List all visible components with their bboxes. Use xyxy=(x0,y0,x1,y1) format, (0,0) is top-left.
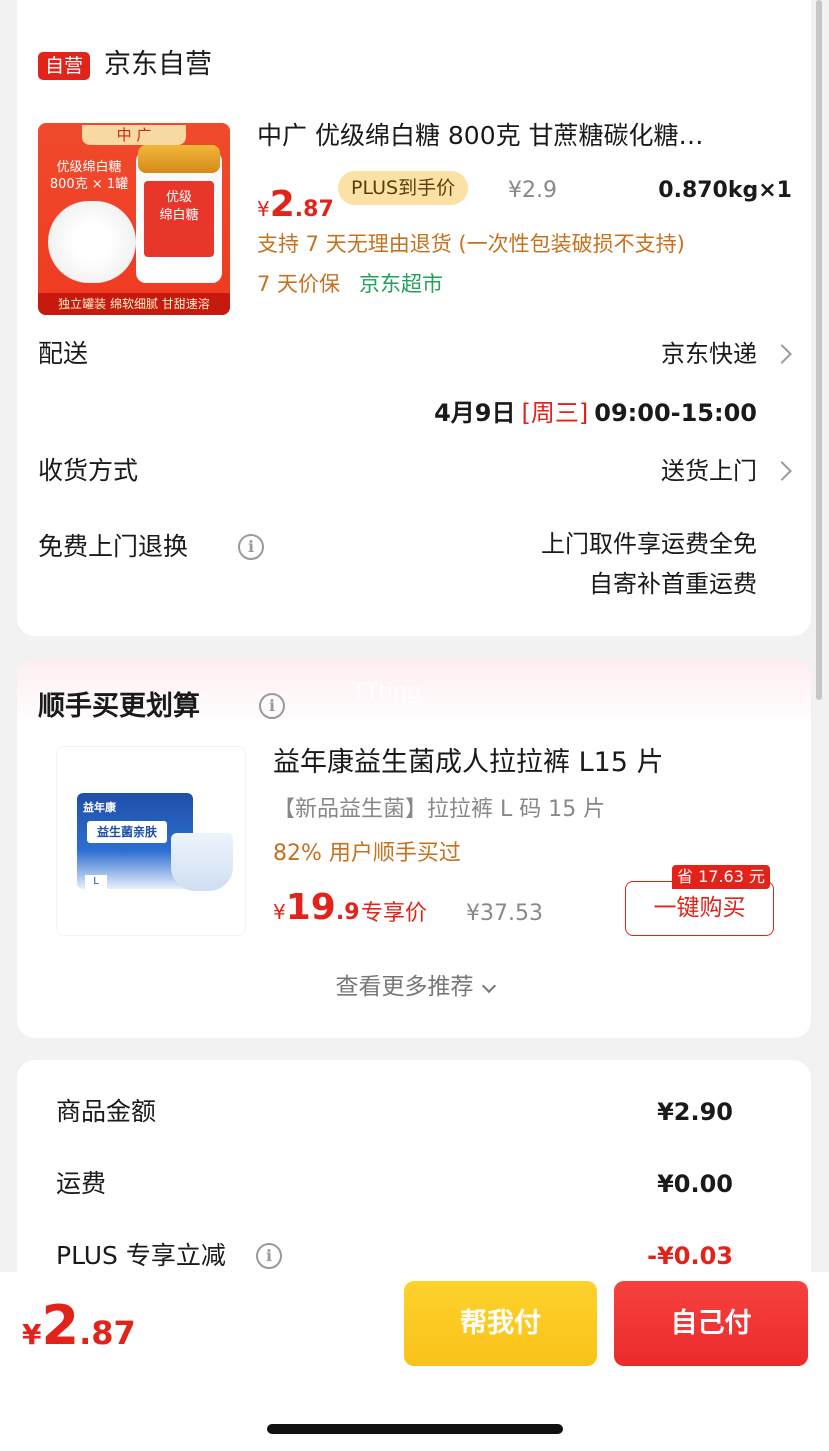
receive-method-label: 收货方式 xyxy=(38,456,139,485)
product-title[interactable]: 中广 优级绵白糖 800克 甘蔗糖碳化糖… xyxy=(257,118,757,154)
return-policy: 支持 7 天无理由退货 (一次性包装破损不支持) xyxy=(257,232,685,256)
free-return-line1: 上门取件享运费全免 xyxy=(541,530,757,558)
price-decimal: .87 xyxy=(294,197,334,222)
currency-symbol: ¥ xyxy=(22,1318,42,1351)
price-decimal: .9 xyxy=(335,900,360,925)
recommend-original-price: ¥37.53 xyxy=(466,901,543,926)
recommend-price: ¥ 19 .9 xyxy=(273,887,360,928)
price-protection: 7 天价保 xyxy=(257,272,341,296)
price-integer: 2 xyxy=(41,1294,80,1357)
jar-lid-graphic xyxy=(138,145,220,173)
info-icon[interactable]: i xyxy=(259,693,285,719)
price-decimal: .87 xyxy=(79,1314,136,1352)
pay-myself-button[interactable]: 自己付 xyxy=(614,1281,808,1366)
shipping-fee-label: 运费 xyxy=(56,1169,107,1198)
product-image-slogan: 独立罐装 绵软细腻 甘甜速溶 xyxy=(38,293,230,315)
currency-symbol: ¥ xyxy=(257,197,270,221)
store-name[interactable]: 京东自营 xyxy=(104,47,212,83)
delivery-label: 配送 xyxy=(38,339,89,368)
one-click-buy-button[interactable]: 一键购买 xyxy=(625,881,774,936)
product-image-label: 优级绵白糖 800克 × 1罐 xyxy=(49,160,129,192)
info-icon[interactable]: i xyxy=(256,1243,282,1269)
recommend-product-subtitle: 【新品益生菌】拉拉裤 L 码 15 片 xyxy=(273,797,606,822)
recommend-product-image[interactable]: 益年康 益生菌亲肤 L xyxy=(56,746,246,936)
recommend-section-title: 顺手买更划算 xyxy=(38,691,200,722)
diaper-pants-graphic xyxy=(171,833,233,891)
home-indicator-area xyxy=(0,1380,829,1451)
delivery-weekday: [周三] xyxy=(521,399,589,427)
product-price: ¥ 2 .87 xyxy=(257,184,334,225)
delivery-time-range: 09:00-15:00 xyxy=(594,399,757,427)
delivery-date: 4月9日 xyxy=(434,399,516,427)
price-integer: 2 xyxy=(269,184,295,225)
price-integer: 19 xyxy=(285,887,336,928)
pack-label: 益生菌亲肤 xyxy=(87,821,167,843)
plus-discount-value: -¥0.03 xyxy=(647,1242,733,1270)
goods-amount-label: 商品金额 xyxy=(56,1097,157,1126)
product-quantity: 0.870kg×1 xyxy=(658,178,792,203)
product-image[interactable]: 中 广 优级绵白糖 800克 × 1罐 优级 绵白糖 独立罐装 绵软细腻 甘甜速… xyxy=(38,123,230,315)
more-recommendations-link[interactable]: 查看更多推荐 xyxy=(0,970,829,1004)
recommend-purchase-stat: 82% 用户顺手买过 xyxy=(273,841,461,866)
shipping-fee-value: ¥0.00 xyxy=(657,1170,733,1198)
free-return-label: 免费上门退换 xyxy=(38,532,189,561)
plus-price-badge: PLUS到手价 xyxy=(338,171,469,205)
chevron-down-icon xyxy=(481,978,496,993)
jar-label: 优级 绵白糖 xyxy=(144,181,214,257)
exclusive-price-tag: 专享价 xyxy=(361,901,428,926)
jd-supermarket-tag: 京东超市 xyxy=(359,272,443,296)
original-price: ¥2.9 xyxy=(508,178,557,203)
delivery-time[interactable]: 4月9日 [周三] 09:00-15:00 xyxy=(434,395,757,431)
savings-badge: 省 17.63 元 xyxy=(672,865,770,889)
currency-symbol: ¥ xyxy=(273,900,286,924)
free-return-line2: 自寄补首重运费 xyxy=(589,570,757,598)
self-operated-badge: 自营 xyxy=(38,52,91,80)
pack-size: L xyxy=(85,875,107,889)
total-price: ¥ 2 .87 xyxy=(22,1294,136,1357)
scrollbar[interactable] xyxy=(816,0,822,700)
product-image-brand: 中 广 xyxy=(82,125,186,145)
goods-amount-value: ¥2.90 xyxy=(657,1098,733,1126)
info-icon[interactable]: i xyxy=(238,534,264,560)
help-me-pay-button[interactable]: 帮我付 xyxy=(404,1281,597,1366)
home-indicator[interactable] xyxy=(267,1424,563,1434)
plus-discount-label: PLUS 专享立减 xyxy=(56,1241,226,1270)
watermark: TTting xyxy=(352,680,422,705)
receive-method-value[interactable]: 送货上门 xyxy=(661,453,757,489)
recommend-product-title[interactable]: 益年康益生菌成人拉拉裤 L15 片 xyxy=(273,743,664,783)
delivery-carrier[interactable]: 京东快递 xyxy=(661,336,757,372)
more-recommendations-label: 查看更多推荐 xyxy=(335,974,474,1000)
pack-brand: 益年康 xyxy=(83,801,116,814)
sugar-plate-graphic xyxy=(48,201,136,283)
